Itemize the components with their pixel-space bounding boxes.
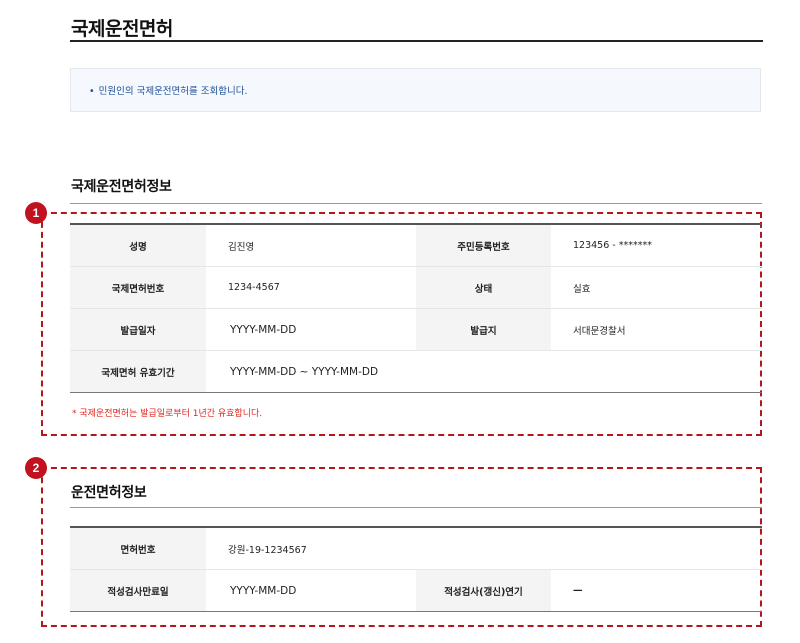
title-divider — [70, 40, 763, 42]
notice-text: • 민원인의 국제운전면허를 조회합니다. — [89, 83, 248, 97]
value-name: 김진영 — [206, 225, 416, 267]
section-divider — [70, 507, 762, 508]
section-title-driver-license: 운전면허정보 — [71, 485, 147, 501]
table-row: 국제면허 유효기간 YYYY-MM-DD ~ YYYY-MM-DD — [70, 350, 762, 392]
step-badge-2: 2 — [25, 457, 47, 479]
label-name: 성명 — [70, 225, 206, 267]
table-bottom-border — [70, 611, 762, 612]
label-issue-place: 발급지 — [416, 308, 551, 351]
validity-caution-text: * 국제운전면허는 발급일로부터 1년간 유효합니다. — [72, 409, 263, 419]
value-issue-date: YYYY-MM-DD — [206, 308, 416, 351]
driver-license-table: 면허번호 강원-19-1234567 적성검사만료일 YYYY-MM-DD 적성… — [70, 528, 762, 611]
table-bottom-border — [70, 392, 762, 393]
bullet-icon: • — [89, 86, 95, 97]
table-row: 적성검사만료일 YYYY-MM-DD 적성검사(갱신)연기 — — [70, 569, 762, 611]
label-license-number: 면허번호 — [70, 528, 206, 570]
table-row: 면허번호 강원-19-1234567 — [70, 528, 762, 570]
table-row: 국제면허번호 1234-4567 상태 실효 — [70, 266, 762, 309]
value-aptitude-expiry: YYYY-MM-DD — [230, 584, 297, 597]
value-issue-place: 서대문경찰서 — [551, 308, 762, 351]
label-intl-license-number: 국제면허번호 — [70, 266, 206, 309]
notice-message: 민원인의 국제운전면허를 조회합니다. — [98, 86, 248, 97]
value-aptitude-postpone: — — [573, 585, 583, 596]
label-validity-period: 국제면허 유효기간 — [70, 350, 206, 392]
page-title: 국제운전면허 — [71, 18, 173, 40]
value-intl-license-number: 1234-4567 — [206, 266, 416, 309]
value-license-number: 강원-19-1234567 — [206, 528, 762, 570]
value-status: 실효 — [551, 266, 762, 309]
step-badge-1: 1 — [25, 202, 47, 224]
value-validity-period: YYYY-MM-DD ~ YYYY-MM-DD — [230, 365, 379, 378]
section-divider — [70, 203, 762, 204]
value-resident-number: 123456 - ******* — [551, 225, 762, 267]
label-aptitude-postpone: 적성검사(갱신)연기 — [416, 569, 551, 611]
section-title-intl-license: 국제운전면허정보 — [71, 179, 172, 195]
notice-box: • 민원인의 국제운전면허를 조회합니다. — [70, 68, 761, 112]
label-issue-date: 발급일자 — [70, 308, 206, 351]
label-aptitude-expiry: 적성검사만료일 — [70, 569, 206, 611]
intl-license-table: 성명 김진영 주민등록번호 123456 - ******* 국제면허번호 12… — [70, 225, 762, 392]
label-status: 상태 — [416, 266, 551, 309]
table-row: 발급일자 YYYY-MM-DD 발급지 서대문경찰서 — [70, 308, 762, 351]
table-row: 성명 김진영 주민등록번호 123456 - ******* — [70, 225, 762, 267]
label-resident-number: 주민등록번호 — [416, 225, 551, 267]
